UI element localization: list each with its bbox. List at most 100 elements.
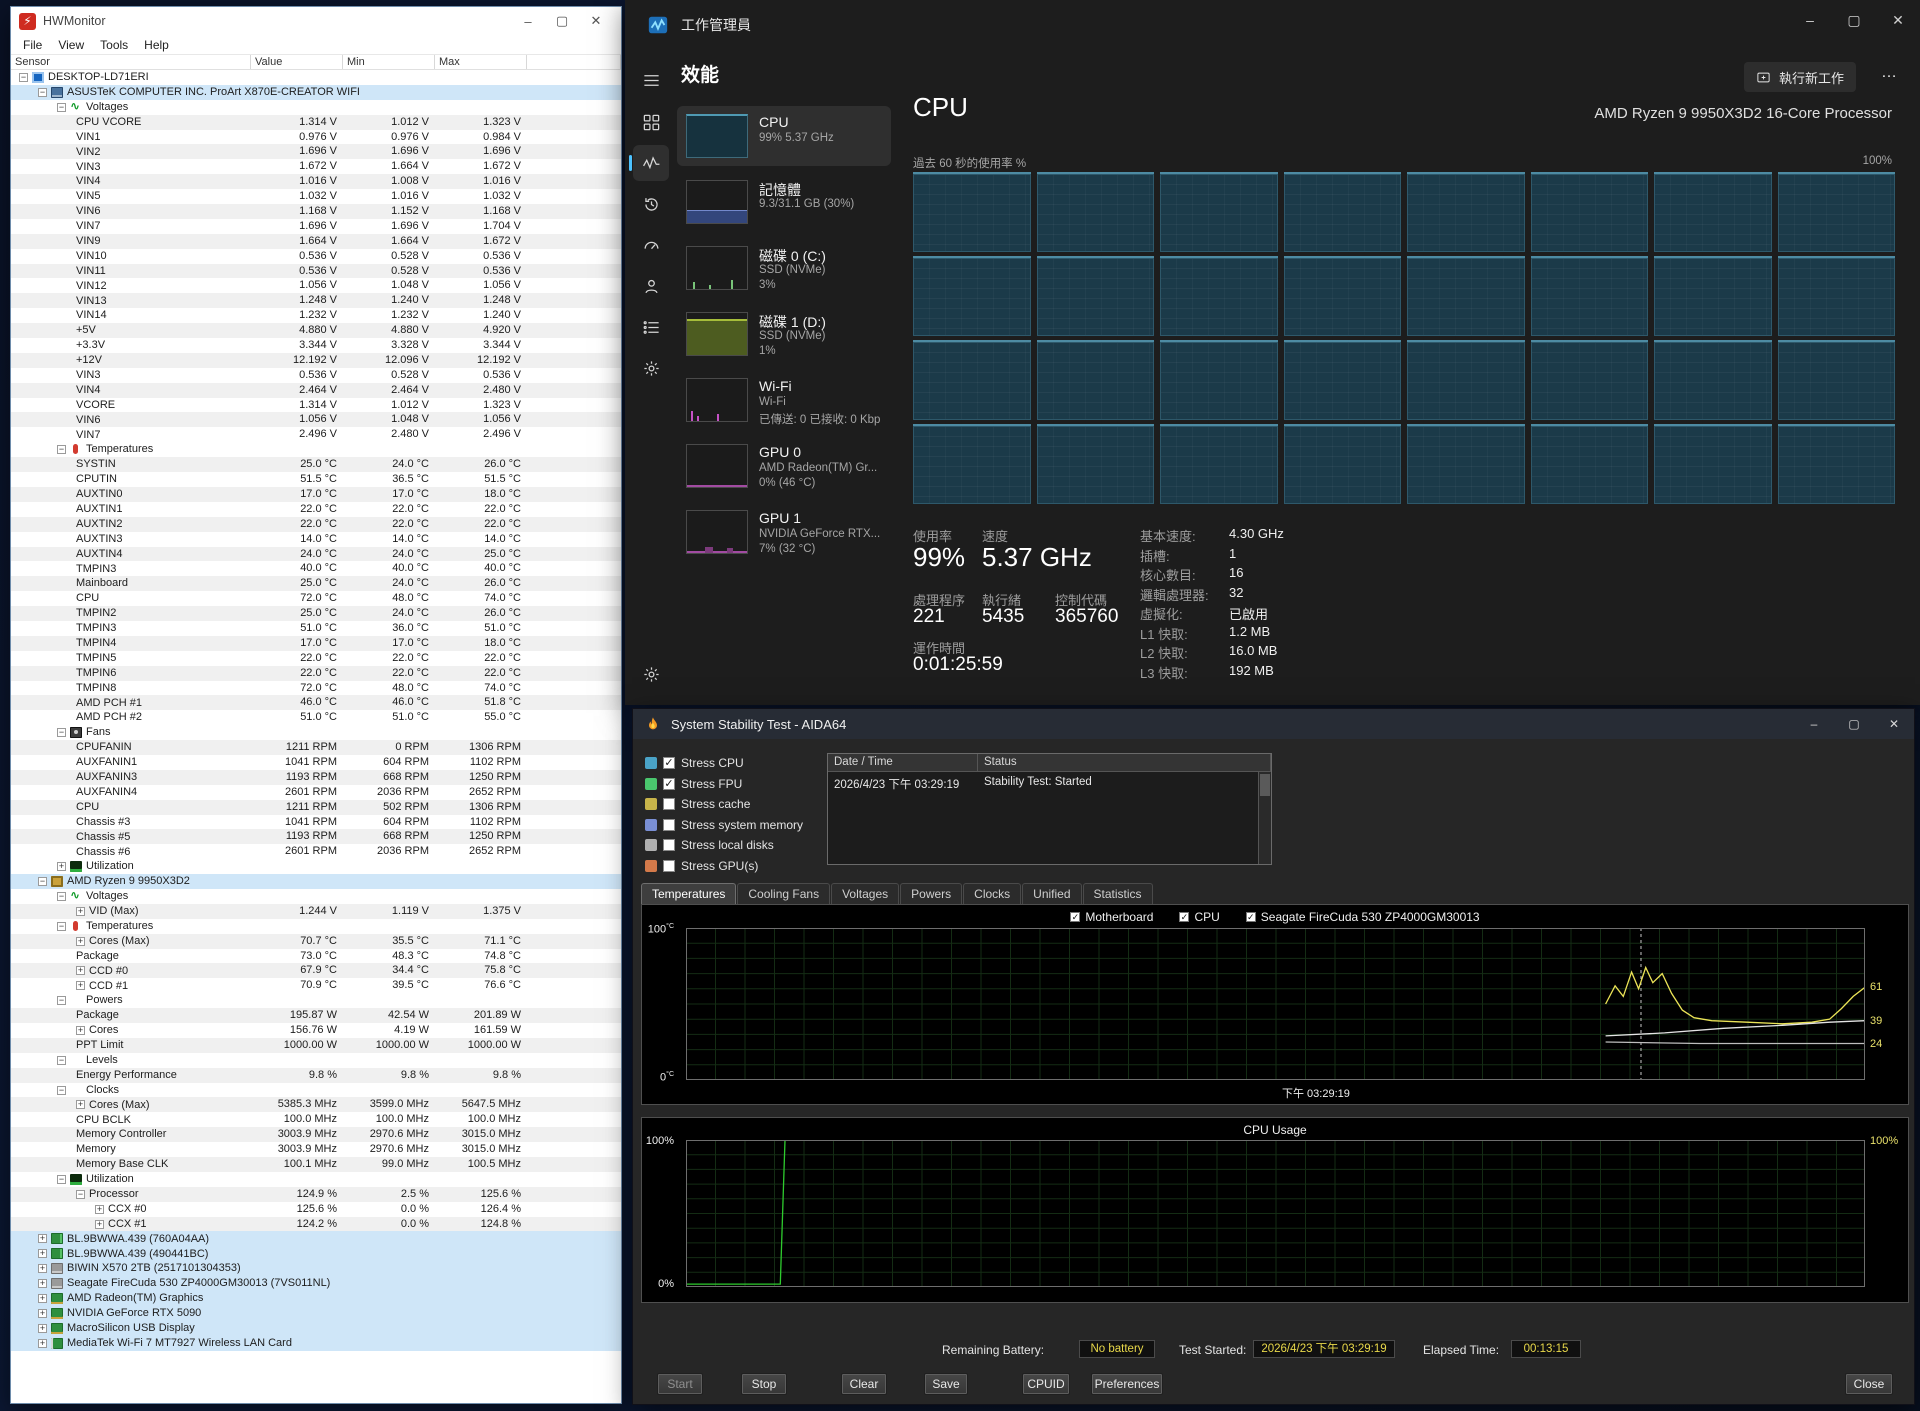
more-options-icon[interactable]: … bbox=[1881, 64, 1898, 82]
tree-expander[interactable]: + bbox=[76, 1100, 85, 1109]
tree-expander[interactable]: − bbox=[57, 996, 66, 1005]
sensor-row[interactable]: CPUTIN51.5 °C36.5 °C51.5 °C bbox=[11, 472, 621, 487]
sensor-row[interactable]: SYSTIN25.0 °C24.0 °C26.0 °C bbox=[11, 457, 621, 472]
tree-expander[interactable]: − bbox=[57, 103, 66, 112]
close-icon[interactable]: ✕ bbox=[579, 13, 613, 29]
sensor-row[interactable]: +Seagate FireCuda 530 ZP4000GM30013 (7VS… bbox=[11, 1276, 621, 1291]
menu-help[interactable]: Help bbox=[136, 38, 177, 52]
tree-expander[interactable]: + bbox=[38, 1279, 47, 1288]
sensor-row[interactable]: AUXTIN314.0 °C14.0 °C14.0 °C bbox=[11, 532, 621, 547]
sensor-row[interactable]: +Cores (Max)70.7 °C35.5 °C71.1 °C bbox=[11, 934, 621, 949]
legend-item[interactable]: ✓CPU bbox=[1179, 910, 1219, 924]
sensor-row[interactable]: VIN61.168 V1.152 V1.168 V bbox=[11, 204, 621, 219]
sensor-row[interactable]: AUXTIN424.0 °C24.0 °C25.0 °C bbox=[11, 547, 621, 562]
sensor-row[interactable]: −Processor124.9 %2.5 %125.6 % bbox=[11, 1187, 621, 1202]
minimize-icon[interactable]: – bbox=[1794, 709, 1834, 739]
menu-file[interactable]: File bbox=[15, 38, 50, 52]
tab-cooling-fans[interactable]: Cooling Fans bbox=[737, 883, 830, 904]
sensor-row[interactable]: TMPIN522.0 °C22.0 °C22.0 °C bbox=[11, 651, 621, 666]
sensor-row[interactable]: AMD PCH #251.0 °C51.0 °C55.0 °C bbox=[11, 710, 621, 725]
sensor-row[interactable]: −Utilization bbox=[11, 1172, 621, 1187]
sensor-row[interactable]: Memory3003.9 MHz2970.6 MHz3015.0 MHz bbox=[11, 1142, 621, 1157]
sensor-row[interactable]: AMD PCH #146.0 °C46.0 °C51.8 °C bbox=[11, 695, 621, 710]
tree-expander[interactable]: + bbox=[38, 1264, 47, 1273]
tree-expander[interactable]: − bbox=[76, 1190, 85, 1199]
close-button[interactable]: Close bbox=[1845, 1373, 1893, 1395]
tree-expander[interactable]: − bbox=[57, 892, 66, 901]
tree-expander[interactable]: + bbox=[57, 862, 66, 871]
tree-expander[interactable]: + bbox=[95, 1220, 104, 1229]
settings-nav-icon[interactable] bbox=[633, 656, 669, 692]
sensor-row[interactable]: Chassis #31041 RPM604 RPM1102 RPM bbox=[11, 815, 621, 830]
sensor-row[interactable]: +BL.9BWWA.439 (760A04AA) bbox=[11, 1231, 621, 1246]
sensor-row[interactable]: TMPIN417.0 °C17.0 °C18.0 °C bbox=[11, 636, 621, 651]
tree-expander[interactable]: + bbox=[76, 981, 85, 990]
tree-expander[interactable]: − bbox=[57, 445, 66, 454]
sensor-row[interactable]: +CCX #1124.2 %0.0 %124.8 % bbox=[11, 1217, 621, 1232]
sensor-row[interactable]: TMPIN340.0 °C40.0 °C40.0 °C bbox=[11, 561, 621, 576]
tab-statistics[interactable]: Statistics bbox=[1083, 883, 1153, 904]
sensor-row[interactable]: VIN91.664 V1.664 V1.672 V bbox=[11, 234, 621, 249]
sensor-row[interactable]: AUXTIN122.0 °C22.0 °C22.0 °C bbox=[11, 502, 621, 517]
history-nav-icon[interactable] bbox=[633, 186, 669, 222]
save-button[interactable]: Save bbox=[924, 1373, 968, 1395]
sensor-row[interactable]: CPU1211 RPM502 RPM1306 RPM bbox=[11, 800, 621, 815]
stress-checkbox[interactable] bbox=[663, 798, 675, 810]
sensor-row[interactable]: VIN110.536 V0.528 V0.536 V bbox=[11, 264, 621, 279]
sensor-row[interactable]: VIN31.672 V1.664 V1.672 V bbox=[11, 159, 621, 174]
sidebar-item-disk0[interactable]: 磁碟 0 (C:)SSD (NVMe)3% bbox=[677, 238, 891, 298]
sensor-row[interactable]: TMPIN622.0 °C22.0 °C22.0 °C bbox=[11, 666, 621, 681]
tree-expander[interactable]: − bbox=[57, 1175, 66, 1184]
sidebar-item-disk1[interactable]: 磁碟 1 (D:)SSD (NVMe)1% bbox=[677, 304, 891, 364]
tree-expander[interactable]: − bbox=[57, 1056, 66, 1065]
sensor-row[interactable]: AUXTIN017.0 °C17.0 °C18.0 °C bbox=[11, 487, 621, 502]
sensor-row[interactable]: +5V4.880 V4.880 V4.920 V bbox=[11, 323, 621, 338]
close-icon[interactable]: ✕ bbox=[1876, 0, 1920, 40]
stop-button[interactable]: Stop bbox=[741, 1373, 787, 1395]
tree-expander[interactable]: − bbox=[19, 73, 28, 82]
sensor-row[interactable]: −ASUSTeK COMPUTER INC. ProArt X870E-CREA… bbox=[11, 85, 621, 100]
stress-option[interactable]: ✓Stress CPU bbox=[645, 755, 744, 771]
menu-view[interactable]: View bbox=[50, 38, 92, 52]
column-header-value[interactable]: Value bbox=[251, 55, 343, 69]
sensor-row[interactable]: VIN41.016 V1.008 V1.016 V bbox=[11, 174, 621, 189]
column-header-max[interactable]: Max bbox=[435, 55, 527, 69]
services-nav-icon[interactable] bbox=[633, 350, 669, 386]
sensor-row[interactable]: −AMD Ryzen 9 9950X3D2 bbox=[11, 874, 621, 889]
legend-item[interactable]: ✓Seagate FireCuda 530 ZP4000GM30013 bbox=[1246, 910, 1480, 924]
sensor-row[interactable]: +AMD Radeon(TM) Graphics bbox=[11, 1291, 621, 1306]
sensor-row[interactable]: −Fans bbox=[11, 725, 621, 740]
sensor-row[interactable]: AUXTIN222.0 °C22.0 °C22.0 °C bbox=[11, 517, 621, 532]
sensor-row[interactable]: −Temperatures bbox=[11, 442, 621, 457]
sensor-row[interactable]: AUXFANIN31193 RPM668 RPM1250 RPM bbox=[11, 770, 621, 785]
legend-item[interactable]: ✓Motherboard bbox=[1070, 910, 1153, 924]
tree-expander[interactable]: + bbox=[38, 1324, 47, 1333]
stress-checkbox[interactable]: ✓ bbox=[663, 778, 675, 790]
sensor-row[interactable]: −Voltages bbox=[11, 889, 621, 904]
sensor-row[interactable]: −Voltages bbox=[11, 100, 621, 115]
column-header-min[interactable]: Min bbox=[343, 55, 435, 69]
sensor-row[interactable]: Memory Base CLK100.1 MHz99.0 MHz100.5 MH… bbox=[11, 1157, 621, 1172]
sensor-row[interactable]: TMPIN225.0 °C24.0 °C26.0 °C bbox=[11, 606, 621, 621]
sensor-row[interactable]: CPU72.0 °C48.0 °C74.0 °C bbox=[11, 591, 621, 606]
sensor-row[interactable]: +CCD #170.9 °C39.5 °C76.6 °C bbox=[11, 978, 621, 993]
tree-expander[interactable]: − bbox=[57, 728, 66, 737]
sensor-row[interactable]: Package195.87 W42.54 W201.89 W bbox=[11, 1008, 621, 1023]
sensor-row[interactable]: +12V12.192 V12.096 V12.192 V bbox=[11, 353, 621, 368]
close-icon[interactable]: ✕ bbox=[1874, 709, 1914, 739]
menu-tools[interactable]: Tools bbox=[92, 38, 136, 52]
sensor-row[interactable]: +CCX #0125.6 %0.0 %126.4 % bbox=[11, 1202, 621, 1217]
sensor-row[interactable]: VIN141.232 V1.232 V1.240 V bbox=[11, 308, 621, 323]
sensor-row[interactable]: VIN61.056 V1.048 V1.056 V bbox=[11, 412, 621, 427]
sensor-row[interactable]: VIN100.536 V0.528 V0.536 V bbox=[11, 249, 621, 264]
sensor-row[interactable]: Energy Performance9.8 %9.8 %9.8 % bbox=[11, 1068, 621, 1083]
tree-expander[interactable]: − bbox=[38, 877, 47, 886]
sensor-row[interactable]: +VID (Max)1.244 V1.119 V1.375 V bbox=[11, 904, 621, 919]
sensor-row[interactable]: VIN51.032 V1.016 V1.032 V bbox=[11, 189, 621, 204]
log-scrollbar[interactable] bbox=[1258, 772, 1271, 864]
log-column-status[interactable]: Status bbox=[978, 754, 1271, 771]
start-button[interactable]: Start bbox=[657, 1373, 703, 1395]
tree-expander[interactable]: + bbox=[38, 1339, 47, 1348]
sensor-row[interactable]: Package73.0 °C48.3 °C74.8 °C bbox=[11, 949, 621, 964]
tab-temperatures[interactable]: Temperatures bbox=[641, 883, 736, 904]
